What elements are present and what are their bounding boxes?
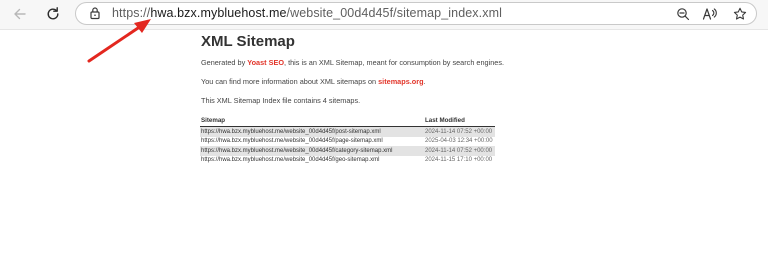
url-host: hwa.bzx.mybluehost.me (150, 6, 287, 20)
url-scheme: https:// (112, 6, 151, 20)
sitemap-link[interactable]: https://hwa.bzx.mybluehost.me/website_00… (200, 126, 424, 137)
info-prefix: You can find more information about XML … (201, 77, 379, 86)
zoom-out-icon[interactable] (674, 5, 692, 23)
table-row: https://hwa.bzx.mybluehost.me/website_00… (200, 126, 495, 137)
intro-paragraph: Generated by Yoast SEO, this is an XML S… (201, 58, 504, 67)
column-header-last-modified: Last Modified (424, 116, 495, 127)
table-row: https://hwa.bzx.mybluehost.me/website_00… (200, 146, 495, 156)
table-row: https://hwa.bzx.mybluehost.me/website_00… (200, 156, 495, 166)
arrow-left-icon (14, 8, 26, 20)
table-header-row: Sitemap Last Modified (200, 116, 495, 127)
info-suffix: . (423, 77, 426, 86)
info-paragraph: You can find more information about XML … (201, 77, 426, 86)
intro-suffix: , this is an XML Sitemap, meant for cons… (284, 58, 504, 67)
last-modified-cell: 2025-04-03 12:34 +00:00 (425, 138, 493, 145)
sitemap-link[interactable]: https://hwa.bzx.mybluehost.me/website_00… (200, 156, 424, 166)
sitemap-table: Sitemap Last Modified https://hwa.bzx.my… (200, 116, 495, 165)
read-aloud-icon[interactable] (701, 5, 719, 23)
url-text[interactable]: https://hwa.bzx.mybluehost.me/website_00… (112, 6, 502, 20)
url-path: /website_00d4d45f/sitemap_index.xml (286, 6, 502, 20)
address-bar[interactable]: https://hwa.bzx.mybluehost.me/website_00… (75, 2, 757, 25)
intro-prefix: Generated by (201, 58, 248, 67)
sitemaps-org-link[interactable]: sitemaps.org (378, 77, 423, 86)
page-title: XML Sitemap (201, 33, 295, 50)
back-button[interactable] (9, 3, 31, 25)
last-modified-cell: 2024-11-14 07:52 +00:00 (424, 146, 495, 156)
column-header-sitemap: Sitemap (200, 116, 424, 127)
last-modified-cell: 2024-11-14 07:52 +00:00 (424, 126, 495, 137)
sitemap-link[interactable]: https://hwa.bzx.mybluehost.me/website_00… (200, 146, 424, 156)
lock-icon[interactable] (89, 6, 101, 25)
last-modified-cell: 2024-11-15 17:10 +00:00 (425, 157, 493, 164)
refresh-icon (47, 7, 59, 20)
yoast-seo-link[interactable]: Yoast SEO (247, 58, 284, 67)
table-row: https://hwa.bzx.mybluehost.me/website_00… (200, 137, 495, 147)
count-paragraph: This XML Sitemap Index file contains 4 s… (201, 96, 361, 105)
star-icon[interactable] (731, 5, 749, 23)
page-content: XML Sitemap Generated by Yoast SEO, this… (0, 30, 768, 265)
browser-toolbar: https://hwa.bzx.mybluehost.me/website_00… (0, 0, 768, 29)
refresh-button[interactable] (42, 3, 64, 25)
sitemap-link[interactable]: https://hwa.bzx.mybluehost.me/website_00… (200, 137, 424, 147)
